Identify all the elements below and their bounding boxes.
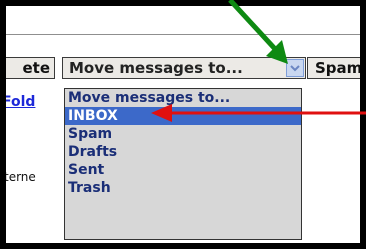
move-messages-select[interactable]: Move messages to... <box>62 57 306 79</box>
option-trash[interactable]: Trash <box>65 179 301 197</box>
divider <box>6 34 360 35</box>
option-drafts[interactable]: Drafts <box>65 143 301 161</box>
sidebar-text-fragment: terne <box>4 170 36 184</box>
chevron-down-icon[interactable] <box>286 59 304 77</box>
option-spam[interactable]: Spam <box>65 125 301 143</box>
folders-link[interactable]: Fold <box>6 94 35 110</box>
move-messages-dropdown-list: Move messages to... INBOX Spam Drafts Se… <box>64 88 302 240</box>
toolbar: ete Move messages to... Spam <box>6 51 360 85</box>
option-sent[interactable]: Sent <box>65 161 301 179</box>
option-inbox[interactable]: INBOX <box>65 107 301 125</box>
screenshot-frame: ete Move messages to... Spam Fold terne … <box>0 0 366 249</box>
spam-button[interactable]: Spam <box>307 57 360 79</box>
delete-button[interactable]: ete <box>6 57 55 79</box>
option-move-messages-to[interactable]: Move messages to... <box>65 89 301 107</box>
move-select-value: Move messages to... <box>69 59 243 77</box>
